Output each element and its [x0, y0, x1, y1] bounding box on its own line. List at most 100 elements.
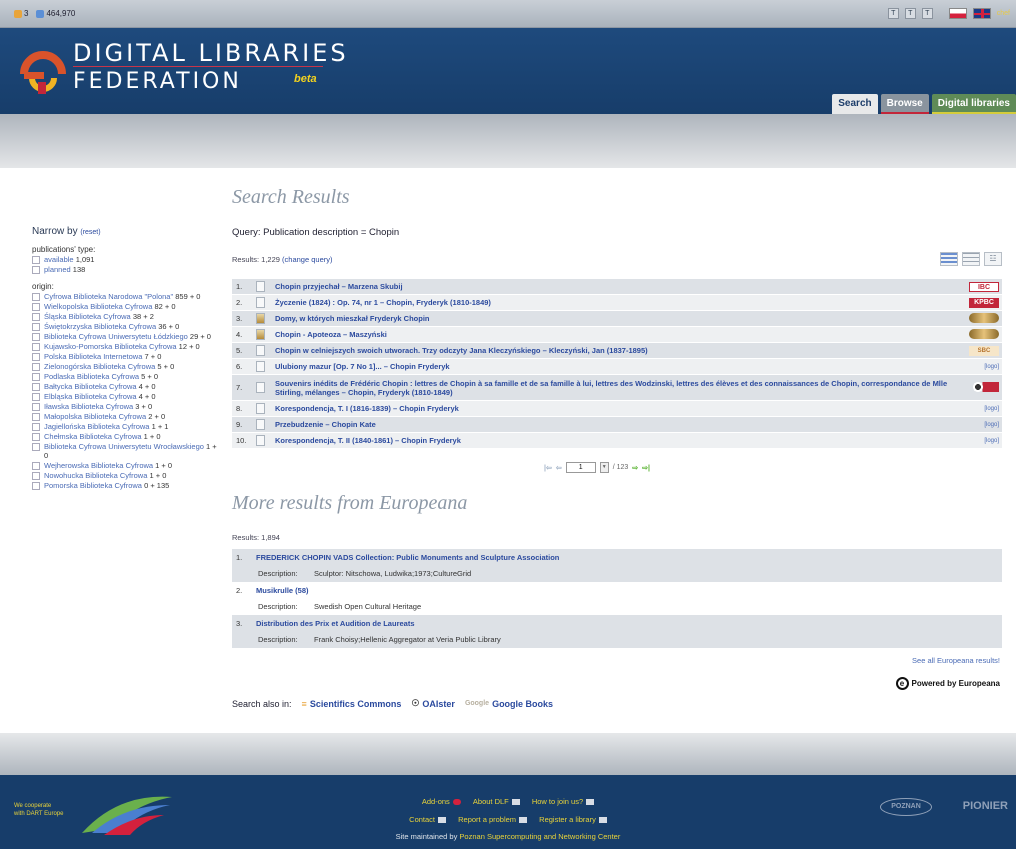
google-books-link[interactable]: Google Google Books	[465, 699, 553, 709]
page-dropdown-button[interactable]: ▼	[599, 462, 609, 473]
facet-checkbox[interactable]	[32, 413, 40, 421]
facet-label[interactable]: Iławska Biblioteka Cyfrowa	[44, 402, 133, 411]
result-title-link[interactable]: Chopin - Apoteoza – Maszyński	[275, 330, 964, 339]
facet-checkbox[interactable]	[32, 363, 40, 371]
facet-label[interactable]: Chełmska Biblioteka Cyfrowa	[44, 432, 142, 441]
facet-item[interactable]: Zielonogórska Biblioteka Cyfrowa 5 + 0	[32, 362, 217, 371]
library-logo[interactable]	[964, 312, 1002, 325]
facet-checkbox[interactable]	[32, 462, 40, 470]
facet-label[interactable]: Pomorska Biblioteka Cyfrowa	[44, 481, 142, 490]
facet-item[interactable]: Elbląska Biblioteka Cyfrowa 4 + 0	[32, 392, 217, 401]
facet-text[interactable]: Kujawsko-Pomorska Biblioteka Cyfrowa 12 …	[44, 342, 200, 351]
result-title-link[interactable]: Ulubiony mazur [Op. 7 No 1]... – Chopin …	[275, 362, 964, 371]
facet-text[interactable]: Zielonogórska Biblioteka Cyfrowa 5 + 0	[44, 362, 174, 371]
document-icon[interactable]	[256, 361, 265, 372]
facet-checkbox[interactable]	[32, 423, 40, 431]
result-title-link[interactable]: Chopin w celniejszych swoich utworach. T…	[275, 346, 964, 355]
facet-item[interactable]: Bałtycka Biblioteka Cyfrowa 4 + 0	[32, 382, 217, 391]
tab-digital-libraries[interactable]: Digital libraries	[931, 94, 1016, 114]
rss-icon[interactable]: ☳	[984, 252, 1002, 266]
facet-label[interactable]: Zielonogórska Biblioteka Cyfrowa	[44, 362, 155, 371]
document-icon[interactable]	[256, 297, 265, 308]
facet-checkbox[interactable]	[32, 353, 40, 361]
facet-item[interactable]: available 1,091	[32, 255, 217, 264]
facet-checkbox[interactable]	[32, 393, 40, 401]
facet-text[interactable]: Wielkopolska Biblioteka Cyfrowa 82 + 0	[44, 302, 176, 311]
font-size-medium-button[interactable]: T	[904, 8, 916, 19]
facet-checkbox[interactable]	[32, 383, 40, 391]
facet-item[interactable]: Małopolska Biblioteka Cyfrowa 2 + 0	[32, 412, 217, 421]
document-icon[interactable]	[256, 435, 265, 446]
font-size-large-button[interactable]: T	[921, 8, 933, 19]
document-icon[interactable]	[256, 345, 265, 356]
facet-checkbox[interactable]	[32, 472, 40, 480]
facet-text[interactable]: Biblioteka Cyfrowa Uniwersytetu Wrocławs…	[44, 442, 217, 460]
see-all-europeana-link[interactable]: See all Europeana results!	[912, 656, 1000, 665]
facet-item[interactable]: Śląska Biblioteka Cyfrowa 38 + 2	[32, 312, 217, 321]
prev-page-icon[interactable]: ⇦	[556, 464, 562, 472]
facet-label[interactable]: Wielkopolska Biblioteka Cyfrowa	[44, 302, 152, 311]
facet-checkbox[interactable]	[32, 443, 40, 451]
facet-checkbox[interactable]	[32, 403, 40, 411]
facet-checkbox[interactable]	[32, 373, 40, 381]
facet-item[interactable]: Cyfrowa Biblioteka Narodowa "Polona" 859…	[32, 292, 217, 301]
library-logo[interactable]: KPBC	[964, 297, 1002, 308]
facet-text[interactable]: Biblioteka Cyfrowa Uniwersytetu Łódzkieg…	[44, 332, 211, 341]
poznan-logo[interactable]: POZNAN	[880, 798, 932, 816]
result-title-link[interactable]: Przebudzenie – Chopin Kate	[275, 420, 964, 429]
facet-label[interactable]: Śląska Biblioteka Cyfrowa	[44, 312, 131, 321]
powered-by-europeana[interactable]: e Powered by Europeana	[895, 677, 1000, 690]
facet-text[interactable]: planned 138	[44, 265, 85, 274]
facet-label[interactable]: Elbląska Biblioteka Cyfrowa	[44, 392, 137, 401]
library-logo[interactable]: [logo]	[964, 422, 1002, 428]
facet-item[interactable]: Polska Biblioteka Internetowa 7 + 0	[32, 352, 217, 361]
facet-label[interactable]: Bałtycka Biblioteka Cyfrowa	[44, 382, 137, 391]
facet-text[interactable]: Iławska Biblioteka Cyfrowa 3 + 0	[44, 402, 152, 411]
facet-item[interactable]: Biblioteka Cyfrowa Uniwersytetu Łódzkieg…	[32, 332, 217, 341]
library-logo[interactable]: IBC	[964, 281, 1002, 292]
facet-checkbox[interactable]	[32, 482, 40, 490]
facet-text[interactable]: Małopolska Biblioteka Cyfrowa 2 + 0	[44, 412, 165, 421]
facet-label[interactable]: Świętokrzyska Biblioteka Cyfrowa	[44, 322, 156, 331]
first-page-icon[interactable]: |⇦	[544, 464, 552, 472]
document-icon[interactable]	[256, 281, 265, 292]
about-link[interactable]: About DLF	[473, 797, 520, 806]
facet-text[interactable]: Jagiellońska Biblioteka Cyfrowa 1 + 1	[44, 422, 168, 431]
next-page-icon[interactable]: ⇨	[632, 464, 638, 472]
europeana-title-link[interactable]: Distribution des Prix et Audition de Lau…	[256, 619, 415, 628]
facet-item[interactable]: Kujawsko-Pomorska Biblioteka Cyfrowa 12 …	[32, 342, 217, 351]
library-logo[interactable]: [logo]	[964, 364, 1002, 370]
facet-text[interactable]: Śląska Biblioteka Cyfrowa 38 + 2	[44, 312, 154, 321]
facet-text[interactable]: Wejherowska Biblioteka Cyfrowa 1 + 0	[44, 461, 172, 470]
dlf-logo-icon[interactable]	[18, 48, 68, 98]
facet-label[interactable]: Jagiellońska Biblioteka Cyfrowa	[44, 422, 149, 431]
register-library-link[interactable]: Register a library	[539, 815, 607, 824]
library-logo[interactable]: [logo]	[964, 406, 1002, 412]
result-title-link[interactable]: Życzenie (1824) : Op. 74, nr 1 – Chopin,…	[275, 298, 964, 307]
facet-label[interactable]: Podlaska Biblioteka Cyfrowa	[44, 372, 139, 381]
addons-link[interactable]: Add-ons	[422, 797, 461, 806]
facet-text[interactable]: Pomorska Biblioteka Cyfrowa 0 + 135	[44, 481, 169, 490]
facet-checkbox[interactable]	[32, 293, 40, 301]
facet-text[interactable]: Elbląska Biblioteka Cyfrowa 4 + 0	[44, 392, 156, 401]
facet-text[interactable]: Świętokrzyska Biblioteka Cyfrowa 36 + 0	[44, 322, 179, 331]
facet-item[interactable]: planned 138	[32, 265, 217, 274]
detail-view-icon[interactable]	[962, 252, 980, 266]
facet-item[interactable]: Nowohucka Biblioteka Cyfrowa 1 + 0	[32, 471, 217, 480]
facet-checkbox[interactable]	[32, 303, 40, 311]
report-problem-link[interactable]: Report a problem	[458, 815, 528, 824]
facet-label[interactable]: Małopolska Biblioteka Cyfrowa	[44, 412, 146, 421]
library-logo[interactable]: [logo]	[964, 438, 1002, 444]
facet-label[interactable]: Polska Biblioteka Internetowa	[44, 352, 142, 361]
facet-checkbox[interactable]	[32, 313, 40, 321]
facet-text[interactable]: Polska Biblioteka Internetowa 7 + 0	[44, 352, 161, 361]
facet-item[interactable]: Podlaska Biblioteka Cyfrowa 5 + 0	[32, 372, 217, 381]
psnc-link[interactable]: Poznan Supercomputing and Networking Cen…	[459, 832, 620, 841]
facet-item[interactable]: Chełmska Biblioteka Cyfrowa 1 + 0	[32, 432, 217, 441]
facet-label[interactable]: Kujawsko-Pomorska Biblioteka Cyfrowa	[44, 342, 177, 351]
list-view-icon[interactable]	[940, 252, 958, 266]
facet-item[interactable]: Wielkopolska Biblioteka Cyfrowa 82 + 0	[32, 302, 217, 311]
facet-checkbox[interactable]	[32, 343, 40, 351]
facet-item[interactable]: Iławska Biblioteka Cyfrowa 3 + 0	[32, 402, 217, 411]
facet-item[interactable]: Biblioteka Cyfrowa Uniwersytetu Wrocławs…	[32, 442, 217, 460]
